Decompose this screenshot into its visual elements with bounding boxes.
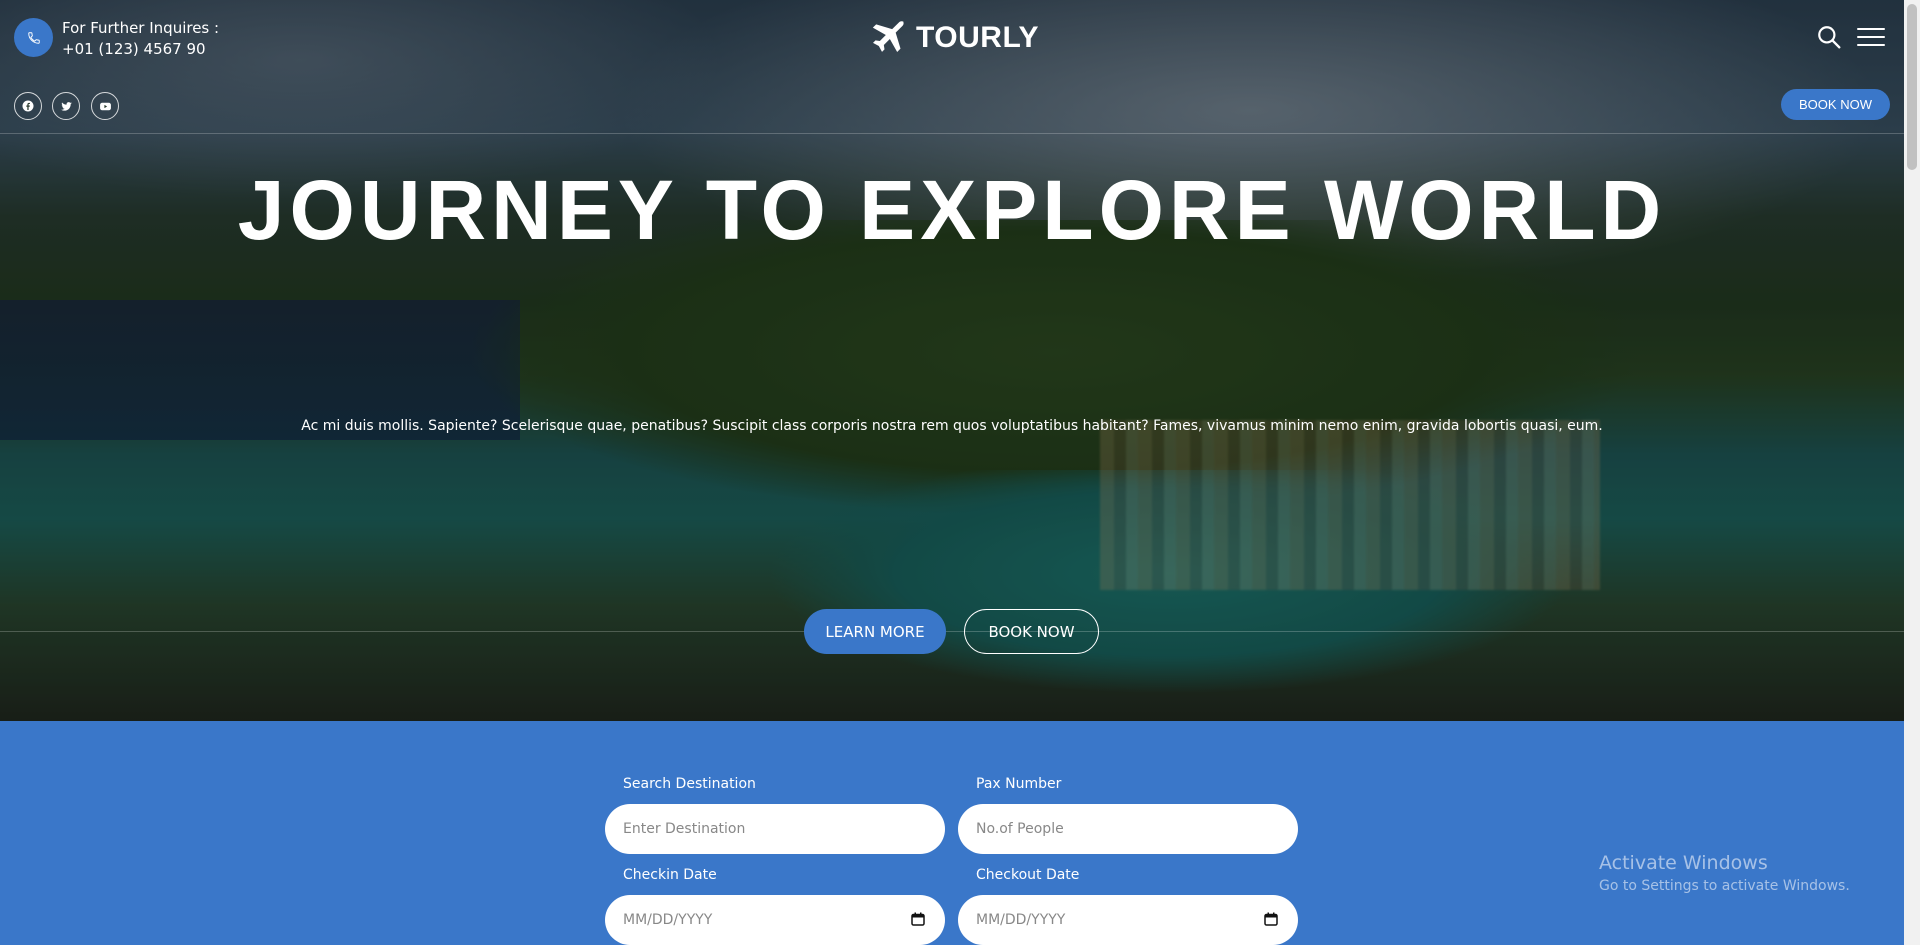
phone-button[interactable]: [14, 18, 53, 57]
facebook-icon: [22, 100, 34, 112]
learn-more-button[interactable]: LEARN MORE: [804, 609, 946, 654]
menu-icon-line: [1857, 44, 1885, 46]
contact-info: For Further Inquires : +01 (123) 4567 90: [62, 18, 219, 60]
calendar-icon[interactable]: [1264, 912, 1278, 926]
destination-label: Search Destination: [623, 776, 756, 792]
pax-label: Pax Number: [976, 776, 1062, 792]
header-divider: [0, 133, 1904, 134]
calendar-icon[interactable]: [911, 912, 925, 926]
checkout-date-input[interactable]: MM/DD/YYYY: [958, 895, 1298, 945]
airplane-icon: [872, 20, 904, 52]
header-book-now-button[interactable]: BOOK NOW: [1781, 89, 1890, 120]
checkout-label: Checkout Date: [976, 867, 1080, 883]
youtube-link[interactable]: [91, 92, 119, 120]
menu-icon-line: [1857, 36, 1885, 38]
hero-headline: JOURNEY TO EXPLORE WORLD: [237, 163, 1667, 257]
twitter-link[interactable]: [52, 92, 80, 120]
facebook-link[interactable]: [14, 92, 42, 120]
inquiry-label: For Further Inquires :: [62, 19, 220, 37]
checkout-date-value: MM/DD/YYYY: [976, 912, 1066, 928]
phone-number[interactable]: +01 (123) 4567 90: [62, 39, 219, 60]
brand-name: TOURLY: [916, 21, 1040, 54]
pax-input[interactable]: No.of People: [958, 804, 1298, 854]
hero-book-now-button[interactable]: BOOK NOW: [964, 609, 1099, 654]
phone-icon: [27, 31, 40, 44]
checkin-label: Checkin Date: [623, 867, 717, 883]
menu-icon-line: [1857, 28, 1885, 30]
hero-description: Ac mi duis mollis. Sapiente? Scelerisque…: [301, 418, 1603, 434]
checkin-date-input[interactable]: MM/DD/YYYY: [605, 895, 945, 945]
hamburger-menu-button[interactable]: [1857, 28, 1885, 48]
youtube-icon: [99, 102, 111, 110]
search-icon: [1818, 26, 1841, 49]
destination-input[interactable]: Enter Destination: [605, 804, 945, 854]
hero-overlay: [0, 0, 1904, 721]
hero-divider: [0, 631, 1904, 632]
activate-windows-title: Activate Windows: [1599, 852, 1768, 874]
brand-logo[interactable]: TOURLY: [868, 18, 1039, 58]
activate-windows-subtitle: Go to Settings to activate Windows.: [1599, 878, 1850, 894]
hero-section: For Further Inquires : +01 (123) 4567 90…: [0, 0, 1904, 721]
twitter-icon: [60, 101, 72, 111]
search-button[interactable]: [1816, 24, 1844, 52]
checkin-date-value: MM/DD/YYYY: [623, 912, 713, 928]
scrollbar-thumb[interactable]: [1907, 4, 1917, 170]
